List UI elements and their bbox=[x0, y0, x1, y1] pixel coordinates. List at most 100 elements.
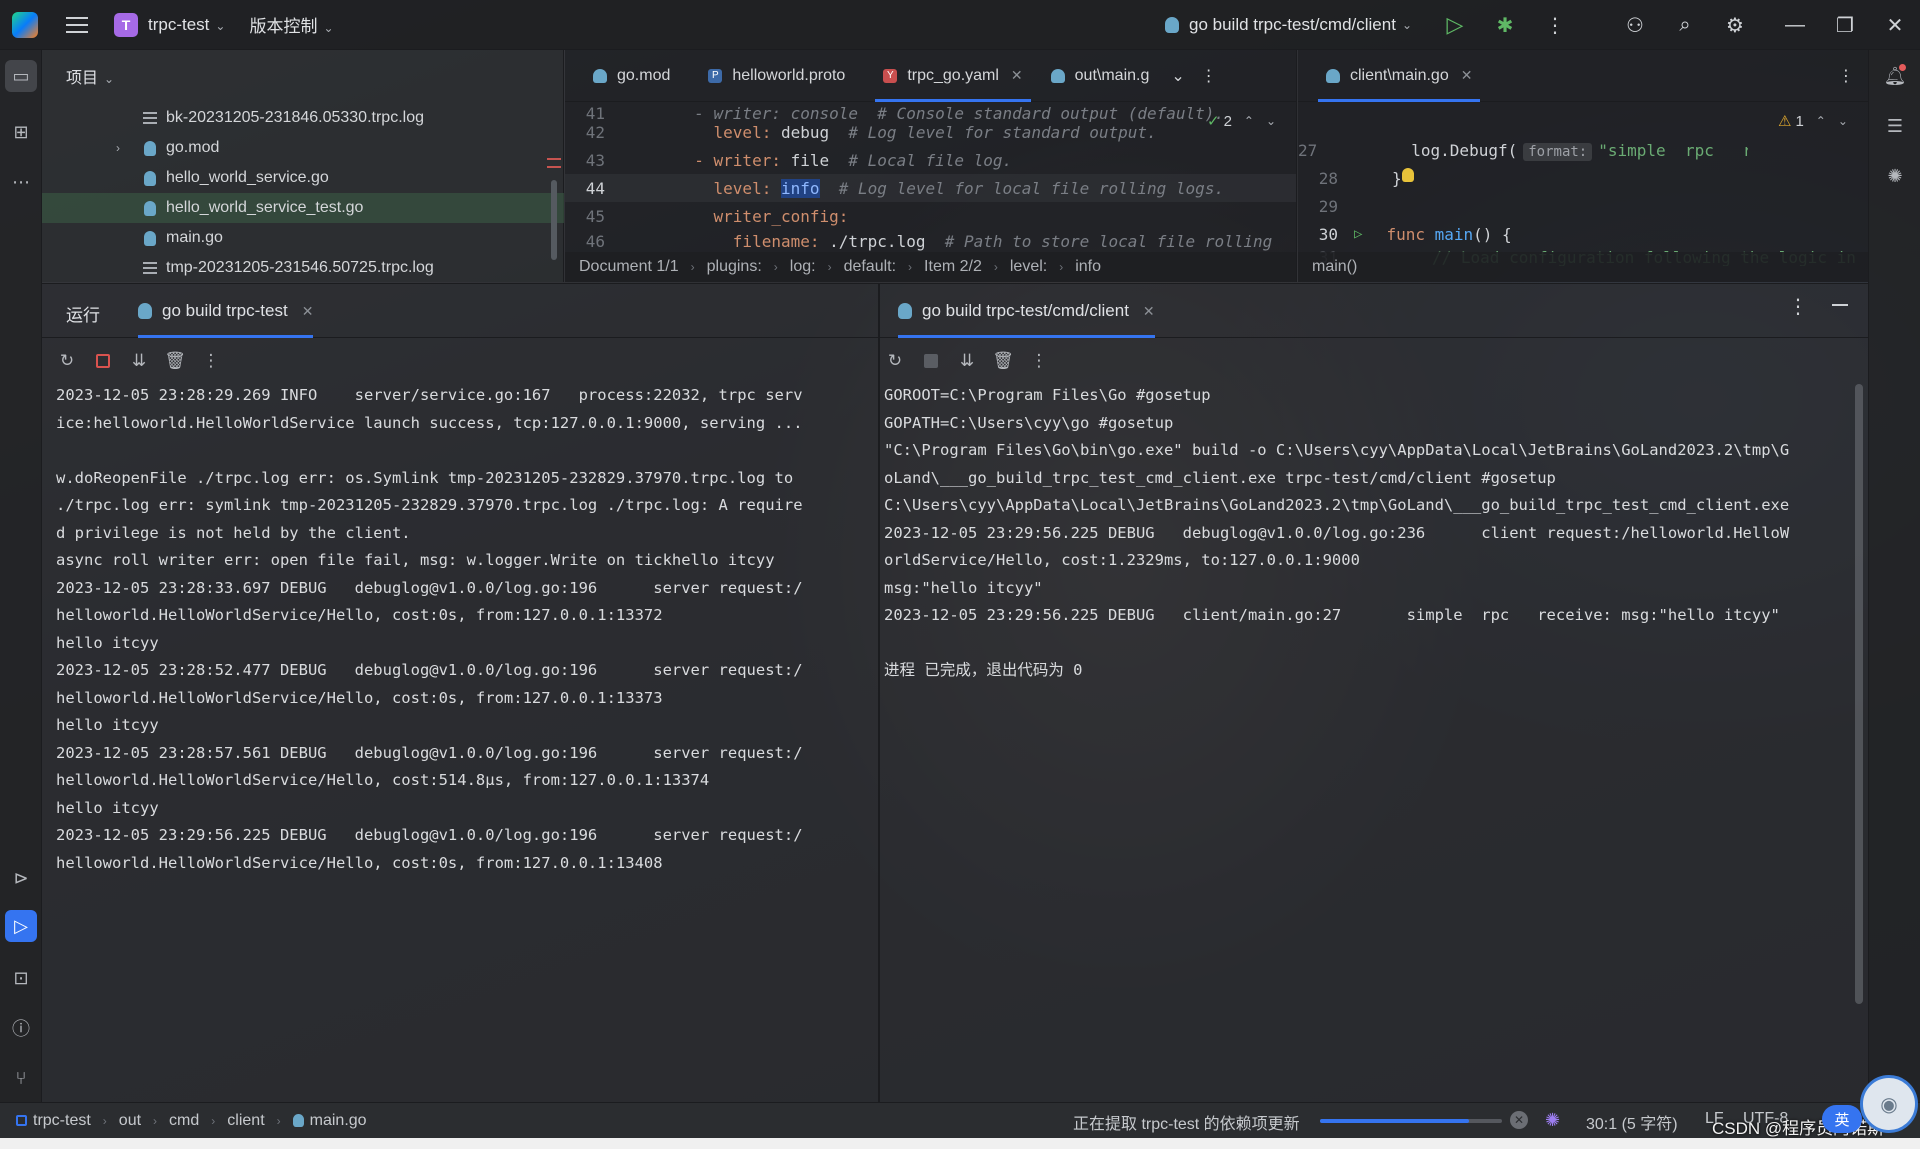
run-gutter-icon[interactable]: ▷ bbox=[1354, 226, 1362, 242]
add-user-icon[interactable]: ⚇ bbox=[1610, 0, 1660, 50]
tab-helloworld-proto[interactable]: Phelloworld.proto bbox=[694, 50, 859, 102]
code-line[interactable]: 28} bbox=[1298, 164, 1868, 192]
debug-icon[interactable]: ✱ bbox=[1480, 0, 1530, 50]
search-icon[interactable]: ⌕ bbox=[1660, 0, 1710, 50]
breadcrumb-item[interactable]: level: bbox=[1010, 258, 1047, 276]
problems-icon[interactable]: ⓘ bbox=[5, 1012, 37, 1044]
more-actions-icon[interactable]: ⋮ bbox=[196, 346, 226, 376]
run-icon[interactable]: ▷ bbox=[1430, 0, 1480, 50]
code-line[interactable]: 43 - writer: file # Local file log. bbox=[565, 146, 1296, 174]
code-line[interactable]: 29 bbox=[1298, 192, 1868, 220]
background-task-label[interactable]: 正在提取 trpc-test 的依赖项更新 bbox=[1073, 1110, 1300, 1134]
project-badge[interactable]: T bbox=[114, 12, 138, 37]
git-branch-icon[interactable]: ⑂ bbox=[5, 1062, 37, 1094]
more-actions-icon[interactable]: ⋮ bbox=[1530, 0, 1580, 50]
goland-logo-icon[interactable] bbox=[12, 11, 38, 38]
tab-more-icon[interactable]: ⋮ bbox=[1830, 50, 1862, 102]
trash-icon[interactable]: 🗑︎ bbox=[160, 346, 190, 376]
tab-go-mod[interactable]: go.mod bbox=[579, 50, 684, 102]
more-tools-icon[interactable]: ⋯ bbox=[5, 166, 37, 198]
database-icon[interactable]: ☰ bbox=[1879, 110, 1911, 142]
tab-out-main-go[interactable]: out\main.g bbox=[1037, 50, 1164, 102]
cancel-task-icon[interactable]: ✕ bbox=[1510, 1111, 1528, 1129]
project-panel-header[interactable]: 项目 ⌄ bbox=[66, 64, 114, 88]
rerun-icon[interactable]: ↻ bbox=[880, 346, 910, 376]
tree-item[interactable]: tmp-20231205-231546.50725.trpc.log bbox=[42, 253, 564, 283]
restore-icon[interactable]: ❐ bbox=[1820, 0, 1870, 50]
ai-assistant-icon[interactable]: ✺ bbox=[1879, 160, 1911, 192]
structure-icon[interactable]: ⊞ bbox=[5, 116, 37, 148]
status-bar: trpc-test › out › cmd › client › main.go 正在提… bbox=[0, 1102, 1920, 1138]
rerun-icon[interactable]: ↻ bbox=[52, 346, 82, 376]
tree-item[interactable]: › go.mod bbox=[42, 133, 564, 163]
ime-indicator[interactable]: 英 bbox=[1822, 1105, 1862, 1133]
minimize-icon[interactable]: — bbox=[1770, 0, 1820, 50]
breadcrumb-item[interactable]: Item 2/2 bbox=[924, 258, 982, 276]
notification-dot bbox=[1899, 64, 1906, 71]
breadcrumb-item[interactable]: cmd bbox=[169, 1112, 199, 1130]
chevron-down-icon[interactable]: ⌄ bbox=[1838, 114, 1848, 128]
gear-icon[interactable]: ⚙ bbox=[1710, 0, 1760, 50]
run-tab-client[interactable]: go build trpc-test/cmd/client ✕ bbox=[898, 284, 1155, 338]
tree-item[interactable]: hello_world_service.go bbox=[42, 163, 564, 193]
project-folder-icon[interactable]: ▭ bbox=[5, 60, 37, 92]
notifications-bell-icon[interactable]: 🔔︎ bbox=[1879, 60, 1911, 92]
vcs-menu[interactable]: 版本控制 ⌄ bbox=[249, 12, 333, 37]
run-tool-icon[interactable]: ▷ bbox=[5, 910, 37, 942]
chevron-right-icon[interactable]: › bbox=[116, 141, 120, 155]
more-actions-icon[interactable]: ⋮ bbox=[1024, 346, 1054, 376]
breadcrumb-item[interactable]: trpc-test bbox=[33, 1112, 91, 1130]
left-tool-strip: ▭ ⊞ ⋯ ⊳ ▷ ⊡ ⓘ ⑂ bbox=[0, 50, 42, 1102]
hide-panel-icon[interactable] bbox=[1832, 304, 1848, 306]
client-console-output[interactable]: GOROOT=C:\Program Files\Go #gosetup GOPA… bbox=[884, 382, 1789, 685]
stop-icon[interactable] bbox=[88, 346, 118, 376]
project-selector[interactable]: trpc-test ⌄ bbox=[148, 15, 225, 35]
terminal-icon[interactable]: ⊡ bbox=[5, 962, 37, 994]
code-line[interactable]: 27 log.Debugf(format: "simple rpc r bbox=[1298, 136, 1748, 164]
breadcrumb-item[interactable]: Document 1/1 bbox=[579, 258, 679, 276]
scroll-to-end-icon[interactable]: ⇊ bbox=[124, 346, 154, 376]
run-tab-server[interactable]: go build trpc-test ✕ bbox=[138, 284, 314, 338]
tab-trpc-go-yaml[interactable]: Ytrpc_go.yaml ✕ bbox=[869, 50, 1036, 102]
tab-overflow-chevron-icon[interactable]: ⌄ bbox=[1163, 50, 1192, 102]
run-configuration-selector[interactable]: go build trpc-test/cmd/client ⌄ bbox=[1165, 15, 1412, 35]
breadcrumb-item[interactable]: info bbox=[1075, 258, 1101, 276]
close-tab-icon[interactable]: ✕ bbox=[1011, 67, 1023, 84]
scroll-to-end-icon[interactable]: ⇊ bbox=[952, 346, 982, 376]
trash-icon[interactable]: 🗑︎ bbox=[988, 346, 1018, 376]
close-tab-icon[interactable]: ✕ bbox=[302, 303, 314, 320]
project-scrollbar[interactable] bbox=[551, 180, 557, 260]
inspection-widget-right[interactable]: ⚠ 1 ⌃ ⌄ bbox=[1778, 112, 1848, 131]
breadcrumb-item[interactable]: plugins: bbox=[707, 258, 762, 276]
close-tab-icon[interactable]: ✕ bbox=[1461, 67, 1473, 84]
breadcrumb-item[interactable]: out bbox=[119, 1112, 141, 1130]
code-line[interactable]: 42 level: debug # Log level for standard… bbox=[565, 118, 1296, 146]
caret-position[interactable]: 30:1 (5 字符) bbox=[1586, 1110, 1678, 1134]
breadcrumb-item[interactable]: default: bbox=[844, 258, 896, 276]
close-tab-icon[interactable]: ✕ bbox=[1143, 303, 1155, 320]
avatar[interactable]: ◉ bbox=[1860, 1075, 1918, 1133]
breadcrumb-item[interactable]: main() bbox=[1312, 258, 1357, 276]
main-menu-icon[interactable] bbox=[66, 16, 88, 33]
console-splitter[interactable] bbox=[878, 284, 880, 1103]
code-line-current[interactable]: 44 level: info # Log level for local fil… bbox=[565, 174, 1296, 202]
lightbulb-icon[interactable] bbox=[1402, 168, 1414, 182]
chevron-up-icon[interactable]: ⌃ bbox=[1816, 114, 1826, 128]
tree-item[interactable]: bk-20231205-231846.05330.trpc.log bbox=[42, 103, 564, 133]
console-scrollbar[interactable] bbox=[1855, 384, 1863, 1004]
server-console-output[interactable]: 2023-12-05 23:28:29.269 INFO server/serv… bbox=[56, 382, 803, 877]
code-line[interactable]: 45 writer_config: bbox=[565, 202, 1296, 230]
ai-status-icon[interactable]: ✺ bbox=[1545, 1110, 1560, 1131]
tab-client-main-go[interactable]: client\main.go ✕ bbox=[1312, 50, 1486, 102]
tree-item[interactable]: main.go bbox=[42, 223, 564, 253]
run-panel-more-icon[interactable]: ⋮ bbox=[1788, 294, 1808, 319]
breadcrumb-item[interactable]: log: bbox=[790, 258, 816, 276]
code-line[interactable]: 46 filename: ./trpc.log # Path to store … bbox=[565, 230, 1296, 252]
close-icon[interactable]: ✕ bbox=[1870, 0, 1920, 50]
breadcrumb-item[interactable]: main.go bbox=[310, 1112, 367, 1130]
services-icon[interactable]: ⊳ bbox=[5, 862, 37, 894]
tree-item-selected[interactable]: hello_world_service_test.go bbox=[42, 193, 564, 223]
breadcrumb-item[interactable]: client bbox=[227, 1112, 264, 1130]
tab-more-icon[interactable]: ⋮ bbox=[1193, 50, 1225, 102]
code-line[interactable]: 30 ▷ func main() { bbox=[1298, 220, 1868, 248]
